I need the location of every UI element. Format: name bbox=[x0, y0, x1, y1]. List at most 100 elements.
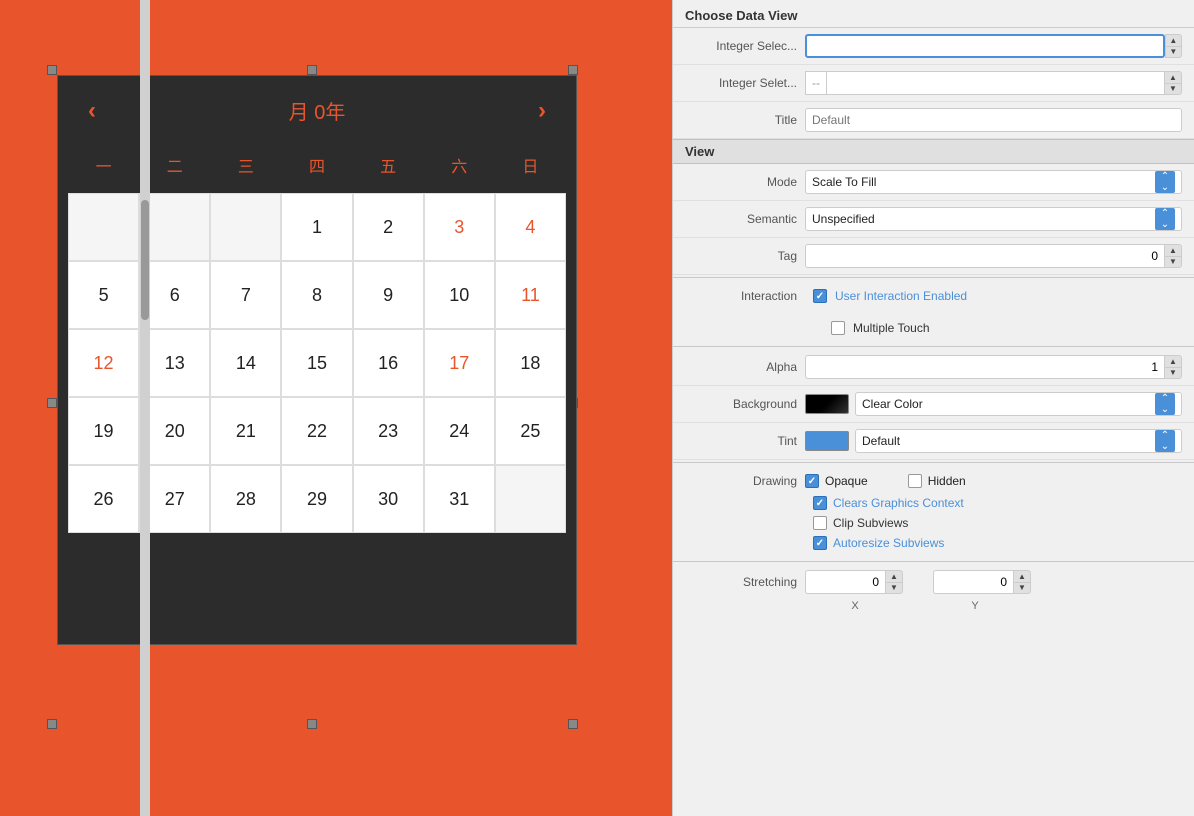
cal-cell[interactable] bbox=[210, 193, 281, 261]
alpha-stepper[interactable]: ▲ ▼ bbox=[1164, 355, 1182, 379]
divider4 bbox=[673, 561, 1194, 562]
integer-select2-stepper[interactable]: ▲ ▼ bbox=[1164, 71, 1182, 95]
tint-dropdown-arrow[interactable]: ⌃⌄ bbox=[1155, 430, 1175, 452]
integer-select1-input[interactable] bbox=[805, 34, 1165, 58]
drawing-row-main: Drawing Opaque Hidden bbox=[673, 465, 1194, 493]
alpha-control: ▲ ▼ bbox=[805, 355, 1182, 379]
handle-top-left[interactable] bbox=[47, 65, 57, 75]
handle-top-mid[interactable] bbox=[307, 65, 317, 75]
stretch-x-stepper[interactable]: ▲ ▼ bbox=[885, 570, 903, 594]
cal-cell-4[interactable]: 4 bbox=[495, 193, 566, 261]
cal-cell-5[interactable]: 5 bbox=[68, 261, 139, 329]
stepper-down-icon[interactable]: ▼ bbox=[1165, 84, 1181, 95]
divider2 bbox=[673, 346, 1194, 347]
cal-cell-24[interactable]: 24 bbox=[424, 397, 495, 465]
cal-cell-3[interactable]: 3 bbox=[424, 193, 495, 261]
semantic-dropdown-arrow[interactable]: ⌃⌄ bbox=[1155, 208, 1175, 230]
calendar-prev-button[interactable]: ‹ bbox=[88, 97, 96, 125]
tag-control: ▲ ▼ bbox=[805, 244, 1182, 268]
mode-dropdown[interactable]: Scale To Fill ⌃⌄ bbox=[805, 170, 1182, 194]
stepper-down-icon[interactable]: ▼ bbox=[1014, 583, 1030, 594]
scrollbar-thumb[interactable] bbox=[141, 200, 149, 320]
drawing-options: Opaque Hidden bbox=[805, 474, 966, 488]
cal-cell-8[interactable]: 8 bbox=[281, 261, 352, 329]
cal-cell-14[interactable]: 14 bbox=[210, 329, 281, 397]
stretch-y-stepper[interactable]: ▲ ▼ bbox=[1013, 570, 1031, 594]
stepper-down-icon[interactable]: ▼ bbox=[886, 583, 902, 594]
title-input[interactable] bbox=[805, 108, 1182, 132]
cal-cell-15[interactable]: 15 bbox=[281, 329, 352, 397]
cal-cell-30[interactable]: 30 bbox=[353, 465, 424, 533]
choose-data-header: Choose Data View bbox=[673, 0, 1194, 28]
autoresize-checkbox[interactable] bbox=[813, 536, 827, 550]
integer-select1-control: ▲ ▼ bbox=[805, 34, 1182, 58]
stretch-y-input[interactable] bbox=[933, 570, 1013, 594]
hidden-checkbox[interactable] bbox=[908, 474, 922, 488]
autoresize-row: Autoresize Subviews bbox=[673, 533, 1194, 553]
cal-cell-11[interactable]: 11 bbox=[495, 261, 566, 329]
tint-color-swatch[interactable] bbox=[805, 431, 849, 451]
handle-bot-left[interactable] bbox=[47, 719, 57, 729]
semantic-dropdown[interactable]: Unspecified ⌃⌄ bbox=[805, 207, 1182, 231]
cal-cell-18[interactable]: 18 bbox=[495, 329, 566, 397]
background-dropdown[interactable]: Clear Color ⌃⌄ bbox=[855, 392, 1182, 416]
cal-cell-1[interactable]: 1 bbox=[281, 193, 352, 261]
user-interaction-checkbox[interactable] bbox=[813, 289, 827, 303]
stepper-up-icon[interactable]: ▲ bbox=[886, 571, 902, 583]
alpha-input[interactable] bbox=[805, 355, 1164, 379]
semantic-label: Semantic bbox=[685, 212, 805, 226]
mode-dropdown-arrow[interactable]: ⌃⌄ bbox=[1155, 171, 1175, 193]
stretch-x-input[interactable] bbox=[805, 570, 885, 594]
stretch-x-group: ▲ ▼ bbox=[805, 570, 903, 594]
cal-cell-7[interactable]: 7 bbox=[210, 261, 281, 329]
cal-cell-23[interactable]: 23 bbox=[353, 397, 424, 465]
background-dropdown-arrow[interactable]: ⌃⌄ bbox=[1155, 393, 1175, 415]
weekday-thu: 四 bbox=[281, 145, 352, 185]
tag-stepper[interactable]: ▲ ▼ bbox=[1164, 244, 1182, 268]
integer-select1-stepper[interactable]: ▲ ▼ bbox=[1165, 34, 1182, 58]
cal-cell[interactable] bbox=[68, 193, 139, 261]
cal-cell-29[interactable]: 29 bbox=[281, 465, 352, 533]
calendar-next-button[interactable]: › bbox=[538, 97, 546, 125]
tag-input[interactable] bbox=[805, 244, 1164, 268]
cal-cell-16[interactable]: 16 bbox=[353, 329, 424, 397]
tint-label: Tint bbox=[685, 434, 805, 448]
cal-cell-17[interactable]: 17 bbox=[424, 329, 495, 397]
interaction-label: Interaction bbox=[685, 289, 805, 303]
stepper-up-icon[interactable]: ▲ bbox=[1166, 35, 1181, 47]
cal-cell-28[interactable]: 28 bbox=[210, 465, 281, 533]
cal-cell-26[interactable]: 26 bbox=[68, 465, 139, 533]
cal-cell-19[interactable]: 19 bbox=[68, 397, 139, 465]
handle-mid-left[interactable] bbox=[47, 398, 57, 408]
weekday-mon: 一 bbox=[68, 145, 139, 185]
stepper-up-icon[interactable]: ▲ bbox=[1165, 245, 1181, 257]
clears-graphics-checkbox[interactable] bbox=[813, 496, 827, 510]
integer-select2-label: Integer Selet... bbox=[685, 76, 805, 90]
stepper-up-icon[interactable]: ▲ bbox=[1165, 356, 1181, 368]
opaque-checkbox[interactable] bbox=[805, 474, 819, 488]
cal-cell-21[interactable]: 21 bbox=[210, 397, 281, 465]
handle-bot-mid[interactable] bbox=[307, 719, 317, 729]
handle-bot-right[interactable] bbox=[568, 719, 578, 729]
mode-control: Scale To Fill ⌃⌄ bbox=[805, 170, 1182, 194]
multiple-touch-checkbox[interactable] bbox=[831, 321, 845, 335]
tint-dropdown[interactable]: Default ⌃⌄ bbox=[855, 429, 1182, 453]
cal-cell-22[interactable]: 22 bbox=[281, 397, 352, 465]
handle-top-right[interactable] bbox=[568, 65, 578, 75]
weekday-fri: 五 bbox=[353, 145, 424, 185]
cal-cell-12[interactable]: 12 bbox=[68, 329, 139, 397]
background-color-swatch[interactable] bbox=[805, 394, 849, 414]
cal-cell-10[interactable]: 10 bbox=[424, 261, 495, 329]
stepper-down-icon[interactable]: ▼ bbox=[1165, 257, 1181, 268]
stepper-down-icon[interactable]: ▼ bbox=[1166, 47, 1181, 58]
cal-cell-9[interactable]: 9 bbox=[353, 261, 424, 329]
cal-cell-2[interactable]: 2 bbox=[353, 193, 424, 261]
tint-value: Default bbox=[862, 434, 1155, 448]
cal-cell-25[interactable]: 25 bbox=[495, 397, 566, 465]
cal-cell-31[interactable]: 31 bbox=[424, 465, 495, 533]
stepper-up-icon[interactable]: ▲ bbox=[1014, 571, 1030, 583]
stepper-up-icon[interactable]: ▲ bbox=[1165, 72, 1181, 84]
right-panel: Choose Data View Integer Selec... ▲ ▼ In… bbox=[672, 0, 1194, 816]
stepper-down-icon[interactable]: ▼ bbox=[1165, 368, 1181, 379]
clip-subviews-checkbox[interactable] bbox=[813, 516, 827, 530]
